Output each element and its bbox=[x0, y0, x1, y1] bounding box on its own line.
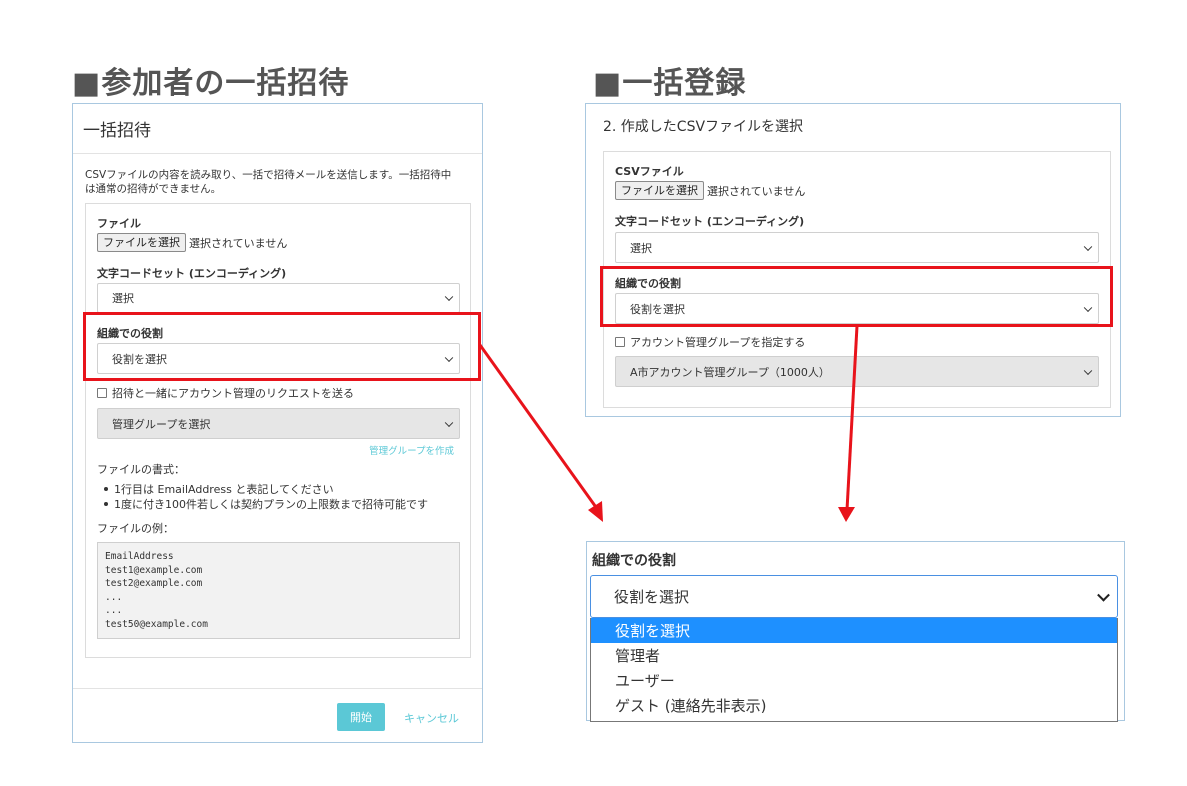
arrow-right-line bbox=[845, 325, 859, 511]
arrow-left-line bbox=[478, 344, 600, 511]
arrows-overlay bbox=[478, 325, 859, 522]
arrow-right-head bbox=[838, 507, 855, 522]
